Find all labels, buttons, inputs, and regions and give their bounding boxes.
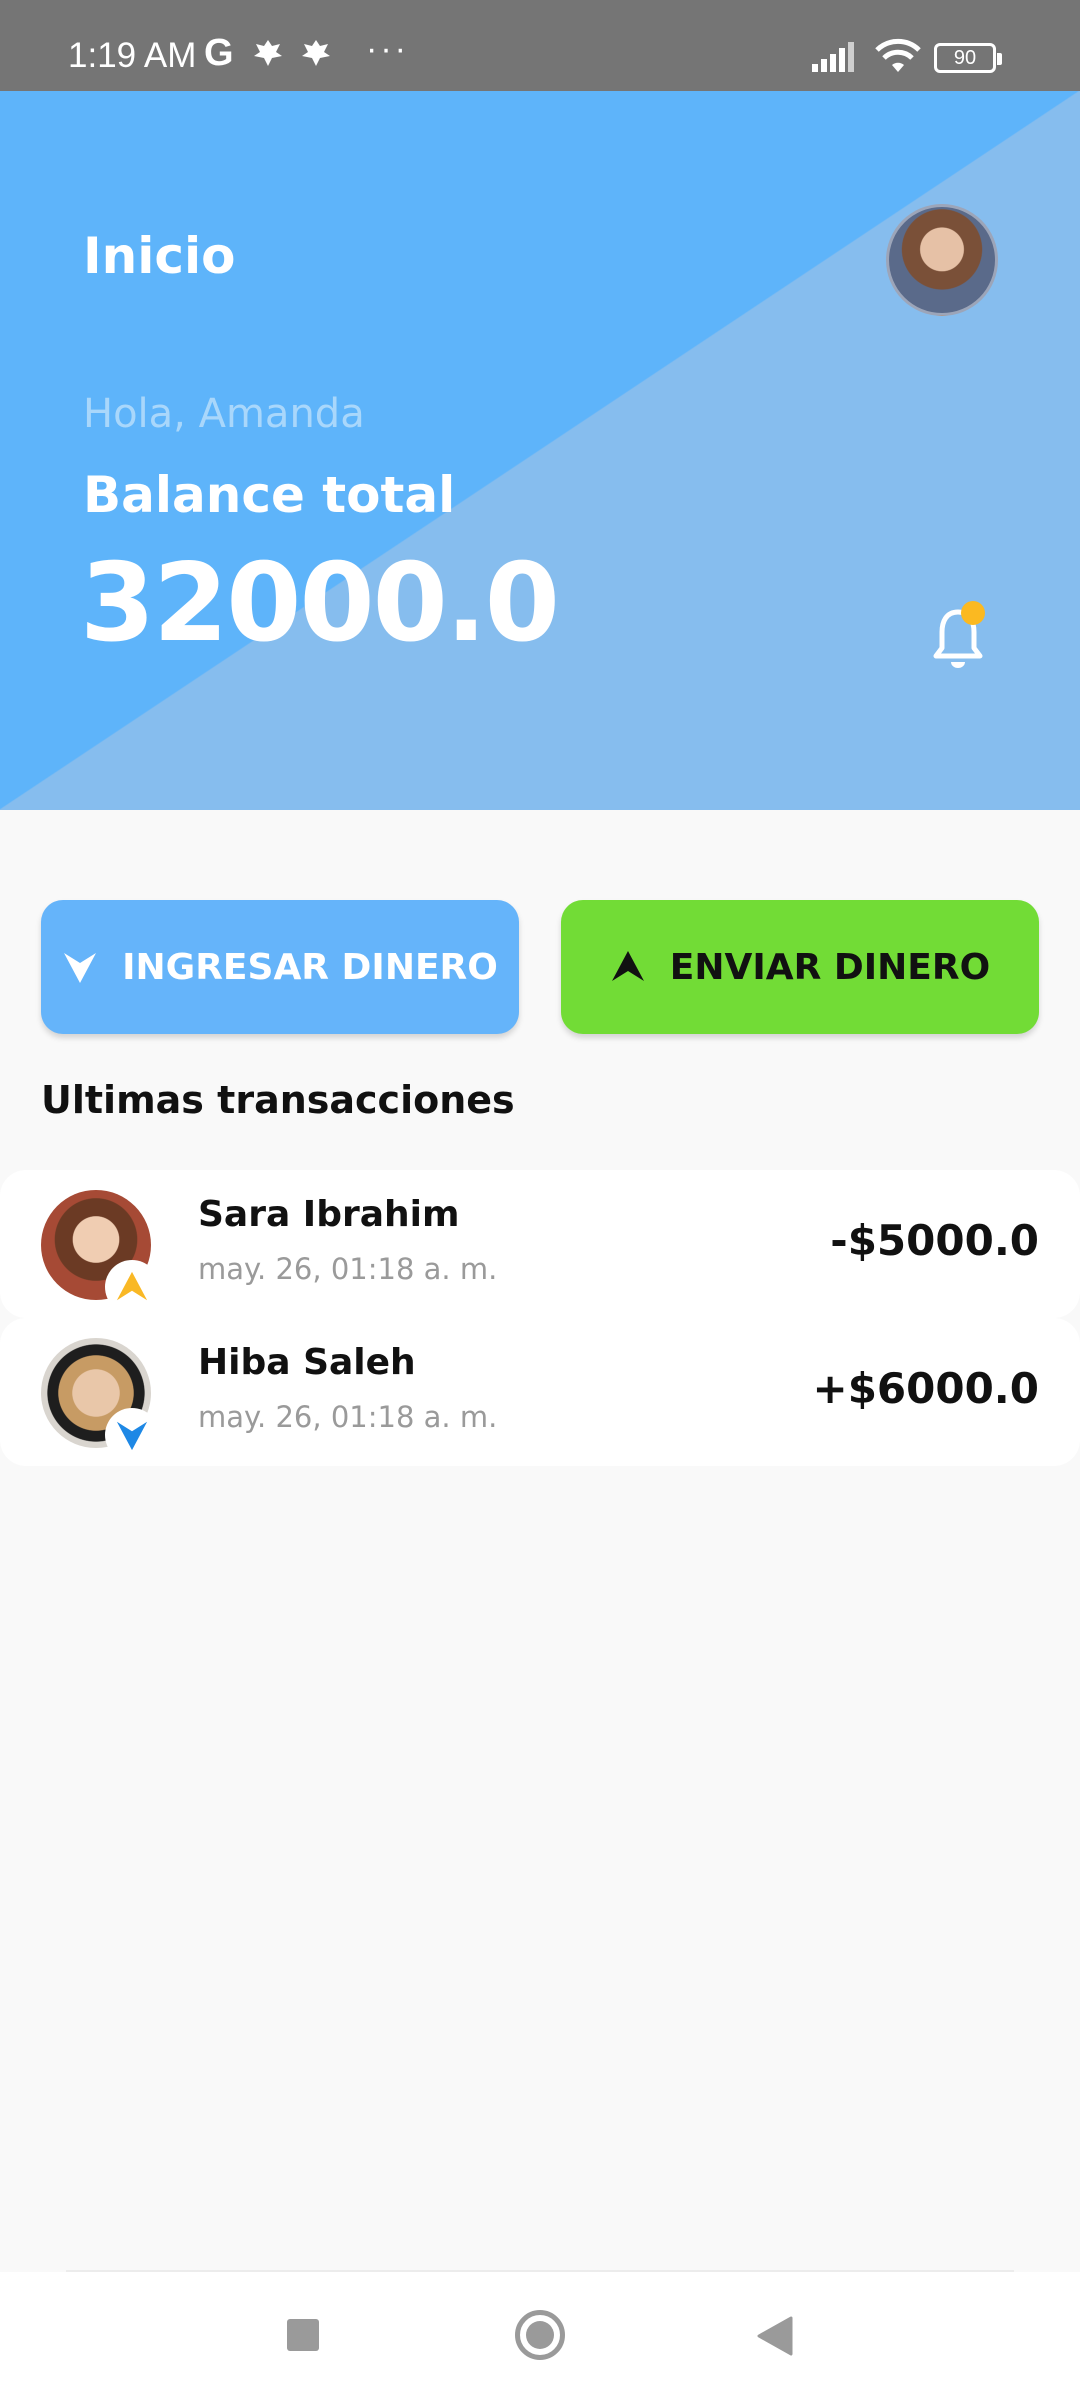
arrow-down-icon [116, 1421, 148, 1451]
balance-value: 32000.0 [80, 541, 560, 666]
transaction-type-badge [105, 1408, 159, 1462]
arrow-down-icon [64, 953, 97, 983]
page-title: Inicio [83, 227, 236, 285]
transaction-row[interactable]: Hiba Saleh may. 26, 01:18 a. m. +$6000.0 [0, 1318, 1080, 1466]
arrow-up-icon [116, 1271, 148, 1301]
deposit-money-label: INGRESAR DINERO [122, 946, 498, 988]
transaction-row[interactable]: Sara Ibrahim may. 26, 01:18 a. m. -$5000… [0, 1170, 1080, 1318]
more-notifications-icon: ··· [366, 30, 409, 68]
transaction-date: may. 26, 01:18 a. m. [198, 1252, 498, 1286]
notification-leaf-icon [302, 40, 330, 66]
transactions-title: Ultimas transacciones [41, 1078, 515, 1122]
transaction-date: may. 26, 01:18 a. m. [198, 1400, 498, 1434]
notification-badge [961, 601, 985, 625]
balance-label: Balance total [83, 466, 456, 524]
battery-icon: 90 [934, 43, 1002, 73]
back-button[interactable] [757, 2316, 793, 2356]
home-button[interactable] [515, 2310, 565, 2360]
signal-icon [812, 42, 854, 72]
recents-button[interactable] [287, 2319, 319, 2351]
send-money-label: ENVIAR DINERO [669, 946, 991, 988]
notification-leaf-icon [254, 40, 282, 66]
balance-header: Inicio Hola, Amanda Balance total 32000.… [0, 91, 1080, 810]
transaction-name: Hiba Saleh [198, 1342, 416, 1383]
transaction-amount: +$6000.0 [812, 1364, 1040, 1413]
status-bar: 1:19 AM G ··· 90 [0, 0, 1080, 91]
google-icon: G [204, 32, 234, 74]
transaction-amount: -$5000.0 [830, 1216, 1039, 1265]
send-money-button[interactable]: ENVIAR DINERO [561, 900, 1039, 1034]
transaction-name: Sara Ibrahim [198, 1194, 460, 1235]
profile-avatar[interactable] [886, 204, 998, 316]
transaction-type-badge [105, 1260, 159, 1314]
greeting-text: Hola, Amanda [83, 391, 365, 437]
wifi-icon [875, 38, 921, 72]
status-time: 1:19 AM [68, 36, 197, 75]
arrow-up-icon [611, 951, 644, 981]
deposit-money-button[interactable]: INGRESAR DINERO [41, 900, 519, 1034]
